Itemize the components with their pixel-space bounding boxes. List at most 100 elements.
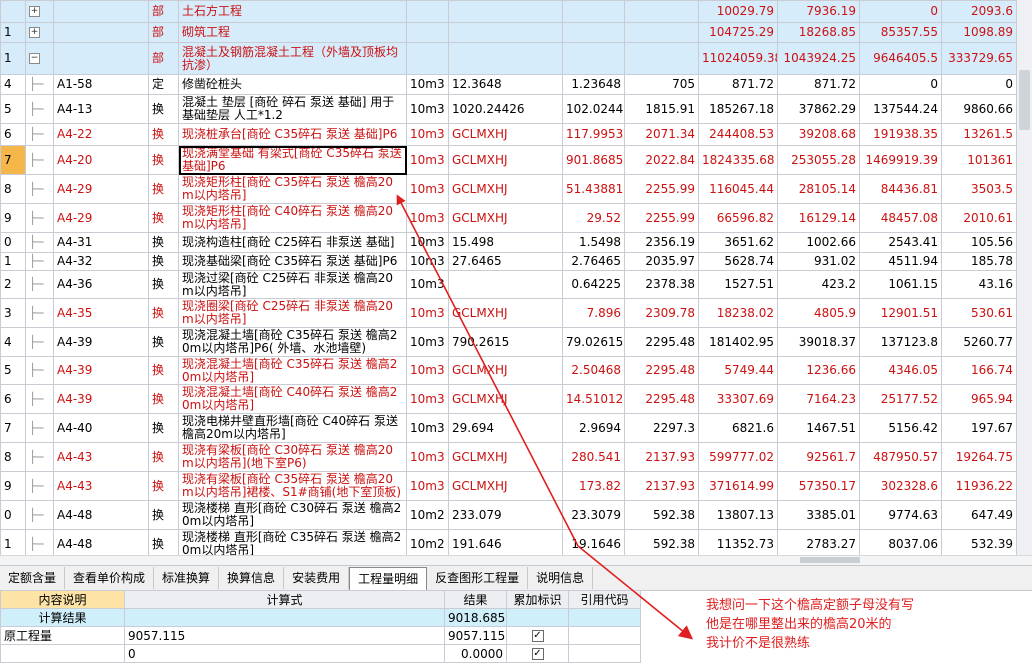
cell-tree-toggle[interactable]: ├─ — [25, 252, 54, 271]
cell-item-name[interactable]: 现浇过梁[商砼 C25碎石 非泵送 檐高20m以内塔吊] — [178, 270, 407, 299]
cell-unit[interactable]: 10m3 — [406, 327, 449, 357]
cell-labor-cost[interactable]: 57350.17 — [777, 471, 860, 501]
cell-unit[interactable]: 10m3 — [406, 298, 449, 328]
cell-item-type[interactable]: 换 — [148, 94, 179, 124]
cell-quota-code[interactable] — [53, 42, 149, 75]
tab-7[interactable]: 说明信息 — [528, 567, 594, 589]
cell-tree-toggle[interactable]: ├─ — [25, 174, 54, 204]
cell-total-price[interactable]: 5749.44 — [698, 356, 778, 385]
cell-item-type[interactable]: 换 — [148, 270, 179, 299]
cell-labor-cost[interactable]: 16129.14 — [777, 203, 860, 233]
cell-item-name[interactable]: 修凿砼桩头 — [178, 74, 407, 95]
cell-unit[interactable]: 10m3 — [406, 356, 449, 385]
cell-quota-code[interactable]: A4-48 — [53, 529, 149, 555]
cell-item-name[interactable]: 现浇电梯井壁直形墙[商砼 C40碎石 泵送 檐高20m以内塔吊] — [178, 413, 407, 443]
header-content-desc[interactable]: 内容说明 — [0, 590, 125, 609]
tab-6[interactable]: 反查图形工程量 — [427, 567, 529, 589]
horizontal-scroll-thumb[interactable] — [800, 557, 860, 563]
quota-row[interactable]: 1 ├─ A4-48 换 现浇楼梯 直形[商砼 C35碎石 泵送 檐高20m以内塔吊] 1… — [0, 529, 1016, 555]
cell-total-price[interactable]: 18238.02 — [698, 298, 778, 328]
cell-material-cost[interactable]: 9774.63 — [859, 500, 942, 530]
cell-labor-cost[interactable]: 1467.51 — [777, 413, 860, 443]
cell-machine-cost[interactable]: 43.16 — [941, 270, 1016, 299]
cell-quota-code[interactable]: A4-20 — [53, 145, 149, 175]
cell-item-name[interactable]: 土石方工程 — [178, 0, 407, 23]
cell-material-cost[interactable]: 1469919.39 — [859, 145, 942, 175]
cell-tree-toggle[interactable]: ├─ — [25, 270, 54, 299]
cell-quantity-expression[interactable]: GCLMXHJ — [448, 298, 563, 328]
cell-machine-cost[interactable]: 13261.5 — [941, 123, 1016, 146]
tab-3[interactable]: 换算信息 — [219, 567, 285, 589]
cell-tree-toggle[interactable]: ├─ — [25, 471, 54, 501]
cell-item-type[interactable]: 部 — [148, 0, 179, 23]
cell-total-price[interactable]: 11352.73 — [698, 529, 778, 555]
cell-quantity-expression[interactable] — [448, 0, 563, 23]
cell-row-index[interactable]: 7 — [0, 413, 26, 443]
cell-row-index[interactable]: 1 — [0, 22, 26, 43]
cell-quantity-expression[interactable]: GCLMXHJ — [448, 384, 563, 414]
section-row[interactable]: 1 + 部 砌筑工程 104725.29 18268.85 85357.55 1098.89 — [0, 22, 1016, 43]
cell-machine-cost[interactable]: 333729.65 — [941, 42, 1016, 75]
cell-material-cost[interactable]: 85357.55 — [859, 22, 942, 43]
cell-unit[interactable] — [406, 22, 449, 43]
cell-material-cost[interactable]: 9646405.5 — [859, 42, 942, 75]
cell-tree-toggle[interactable]: ├─ — [25, 442, 54, 472]
detail-cell-formula[interactable] — [124, 608, 445, 627]
cell-total-price[interactable]: 6821.6 — [698, 413, 778, 443]
cell-quota-code[interactable]: A4-35 — [53, 298, 149, 328]
cell-item-name[interactable]: 现浇矩形柱[商砼 C40碎石 泵送 檐高20m以内塔吊] — [178, 203, 407, 233]
quota-row[interactable]: 4 ├─ A1-58 定 修凿砼桩头 10m3 12.3648 1.23648 705 871.7… — [0, 74, 1016, 95]
quota-row[interactable]: 8 ├─ A4-43 换 现浇有梁板[商砼 C30碎石 泵送 檐高20m以内塔吊](地下… — [0, 442, 1016, 472]
cell-quantity[interactable] — [562, 42, 625, 75]
cell-material-cost[interactable]: 4511.94 — [859, 252, 942, 271]
cell-quantity-expression[interactable]: GCLMXHJ — [448, 471, 563, 501]
cell-quantity[interactable]: 2.50468 — [562, 356, 625, 385]
cell-labor-cost[interactable]: 39018.37 — [777, 327, 860, 357]
cell-row-index[interactable]: 9 — [0, 471, 26, 501]
cell-item-name[interactable]: 现浇有梁板[商砼 C35碎石 泵送 檐高20m以内塔吊]裙楼、S1#商铺(地下室… — [178, 471, 407, 501]
cell-tree-toggle[interactable]: ├─ — [25, 500, 54, 530]
cell-quota-code[interactable]: A1-58 — [53, 74, 149, 95]
cell-tree-toggle[interactable]: ├─ — [25, 74, 54, 95]
cell-quota-code[interactable]: A4-39 — [53, 384, 149, 414]
cell-total-price[interactable]: 66596.82 — [698, 203, 778, 233]
cell-labor-cost[interactable]: 92561.7 — [777, 442, 860, 472]
quota-row[interactable]: 9 ├─ A4-43 换 现浇有梁板[商砼 C35碎石 泵送 檐高20m以内塔吊]裙楼、… — [0, 471, 1016, 501]
cell-item-type[interactable]: 换 — [148, 298, 179, 328]
cell-total-price[interactable]: 371614.99 — [698, 471, 778, 501]
quota-row[interactable]: 7 ├─ A4-40 换 现浇电梯井壁直形墙[商砼 C40碎石 泵送 檐高20m以内塔吊… — [0, 413, 1016, 443]
detail-cell-desc[interactable] — [0, 644, 125, 663]
cell-total-price[interactable]: 1527.51 — [698, 270, 778, 299]
detail-cell-ref[interactable] — [568, 626, 641, 645]
cell-machine-cost[interactable]: 530.61 — [941, 298, 1016, 328]
cell-quota-code[interactable]: A4-13 — [53, 94, 149, 124]
detail-cell-accumulate[interactable]: ✓ — [506, 626, 569, 645]
header-accumulate[interactable]: 累加标识 — [506, 590, 569, 609]
cell-item-type[interactable]: 换 — [148, 500, 179, 530]
tab-2[interactable]: 标准换算 — [154, 567, 220, 589]
cell-quantity[interactable]: 79.02615 — [562, 327, 625, 357]
detail-cell-formula[interactable]: 9057.115 — [124, 626, 445, 645]
cell-tree-toggle[interactable]: ├─ — [25, 413, 54, 443]
cell-tree-toggle[interactable]: ├─ — [25, 327, 54, 357]
cell-total-price[interactable]: 11024059.38 — [698, 42, 778, 75]
cell-total-price[interactable]: 244408.53 — [698, 123, 778, 146]
cell-row-index[interactable]: 0 — [0, 500, 26, 530]
cell-item-name[interactable]: 混凝土 垫层 [商砼 碎石 泵送 基础] 用于基础垫层 人工*1.2 — [178, 94, 407, 124]
cell-item-name[interactable]: 现浇混凝土墙[商砼 C40碎石 泵送 檐高20m以内塔吊] — [178, 384, 407, 414]
cell-labor-cost[interactable]: 3385.01 — [777, 500, 860, 530]
cell-labor-cost[interactable]: 1043924.25 — [777, 42, 860, 75]
cell-unit-price[interactable]: 2137.93 — [624, 442, 699, 472]
cell-quantity-expression[interactable]: 1020.24426 — [448, 94, 563, 124]
cell-total-price[interactable]: 10029.79 — [698, 0, 778, 23]
cell-quantity-expression[interactable] — [448, 42, 563, 75]
cell-unit[interactable]: 10m3 — [406, 413, 449, 443]
cell-row-index[interactable]: 6 — [0, 123, 26, 146]
cell-unit-price[interactable]: 2356.19 — [624, 232, 699, 253]
cell-machine-cost[interactable]: 197.67 — [941, 413, 1016, 443]
cell-row-index[interactable]: 5 — [0, 94, 26, 124]
vertical-scroll-thumb[interactable] — [1019, 70, 1030, 130]
cell-quantity-expression[interactable]: 15.498 — [448, 232, 563, 253]
cell-item-name[interactable]: 现浇有梁板[商砼 C30碎石 泵送 檐高20m以内塔吊](地下室P6) — [178, 442, 407, 472]
tab-1[interactable]: 查看单价构成 — [65, 567, 155, 589]
